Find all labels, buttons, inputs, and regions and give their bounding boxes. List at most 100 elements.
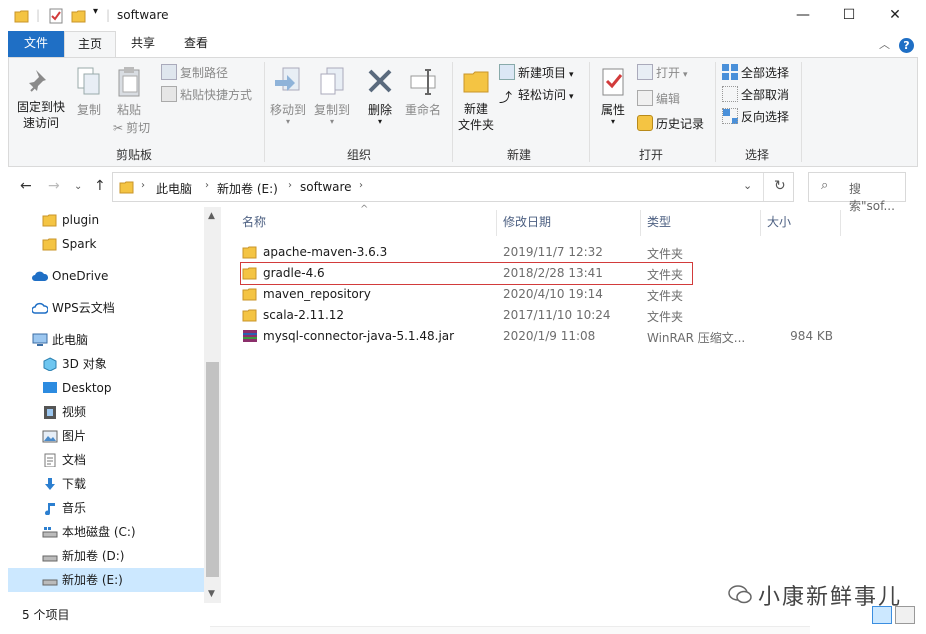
scroll-up-arrow-icon[interactable]: ▲ <box>208 211 215 221</box>
select-all-label: 全部选择 <box>741 66 790 80</box>
folder-icon <box>242 309 257 322</box>
breadcrumb-this-pc[interactable]: 此电脑 <box>156 180 192 197</box>
back-arrow-icon[interactable]: ← <box>20 178 32 194</box>
sort-ascending-icon: ^ <box>360 204 369 215</box>
divider: | <box>106 8 111 22</box>
breadcrumb-chevron-icon[interactable]: › <box>288 180 292 191</box>
open-button[interactable]: 打开 ▾ <box>637 63 688 83</box>
drive-icon <box>42 579 58 586</box>
column-separator[interactable] <box>640 210 641 236</box>
scrollbar-thumb[interactable] <box>206 362 219 577</box>
column-header-name[interactable]: 名称 <box>242 212 266 236</box>
nav-item-downloads[interactable]: 下载 <box>42 472 86 496</box>
invert-selection-button[interactable]: 反向选择 <box>722 107 789 127</box>
paste-shortcut-button[interactable]: 粘贴快捷方式 <box>161 85 252 105</box>
file-type: WinRAR 压缩文... <box>647 331 746 345</box>
nav-item-drive-c[interactable]: 本地磁盘 (C:) <box>42 520 136 544</box>
nav-item-videos[interactable]: 视频 <box>42 400 86 424</box>
cut-label: 剪切 <box>126 121 151 135</box>
nav-item-3d-objects[interactable]: 3D 对象 <box>42 352 107 376</box>
large-icons-view-icon[interactable] <box>895 606 915 624</box>
edit-button[interactable]: 编辑 <box>637 89 680 109</box>
ribbon-tabs: 文件 主页 共享 查看 ︿ <box>0 31 926 58</box>
copy-path-button[interactable]: 复制路径 <box>161 63 228 83</box>
breadcrumb-chevron-icon[interactable]: › <box>359 180 363 191</box>
history-button[interactable]: 历史记录 <box>637 114 704 134</box>
chevron-down-icon[interactable]: ▾ <box>93 6 98 17</box>
properties-button[interactable]: 属性 ▾ <box>593 66 633 126</box>
nav-item-spark[interactable]: Spark <box>42 232 96 256</box>
column-header-type[interactable]: 类型 <box>647 212 671 236</box>
breadcrumb-drive-e[interactable]: 新加卷 (E:) <box>217 180 278 197</box>
column-separator[interactable] <box>840 210 841 236</box>
column-separator[interactable] <box>496 210 497 236</box>
ribbon: 固定到快 速访问 复制 粘贴 复制路径 粘贴快捷方式 ✂ 剪切 剪贴板 移动到 ▾… <box>8 57 918 167</box>
nav-item-drive-d[interactable]: 新加卷 (D:) <box>42 544 124 568</box>
select-all-button[interactable]: 全部选择 <box>722 63 789 83</box>
nav-item-plugin[interactable]: plugin <box>42 208 99 232</box>
pin-quick-access-button[interactable]: 固定到快 速访问 <box>13 66 69 131</box>
column-header-date[interactable]: 修改日期 <box>503 212 551 236</box>
nav-item-wps-cloud[interactable]: WPS云文档 <box>32 296 115 320</box>
breadcrumb-chevron-icon[interactable]: › <box>205 180 209 191</box>
file-row[interactable]: scala-2.11.12 2017/11/10 10:24 文件夹 <box>238 305 838 326</box>
rename-button[interactable]: 重命名 <box>401 66 445 118</box>
nav-item-documents[interactable]: 文档 <box>42 448 86 472</box>
nav-item-onedrive[interactable]: OneDrive <box>32 264 108 288</box>
properties-check-icon[interactable] <box>48 8 64 24</box>
nav-item-drive-e[interactable]: 新加卷 (E:) <box>8 568 204 592</box>
column-separator[interactable] <box>760 210 761 236</box>
delete-label: 删除 <box>367 103 392 117</box>
new-folder-button[interactable]: 新建 文件夹 <box>455 66 497 133</box>
breadcrumb-software[interactable]: software <box>300 180 352 194</box>
wps-cloud-icon <box>32 302 48 314</box>
easy-access-button[interactable]: ⤴ 轻松访问 ▾ <box>499 85 574 106</box>
cut-button[interactable]: ✂ 剪切 <box>113 118 150 138</box>
select-none-button[interactable]: 全部取消 <box>722 85 789 105</box>
address-bar[interactable]: › 此电脑 › 新加卷 (E:) › software › ⌄ ↻ <box>112 172 794 202</box>
tab-view[interactable]: 查看 <box>172 31 220 57</box>
search-placeholder: 搜索"sof... <box>849 182 895 213</box>
move-to-button[interactable]: 移动到 ▾ <box>267 66 309 126</box>
copy-button[interactable]: 复制 <box>71 66 107 118</box>
breadcrumb-chevron-icon[interactable]: › <box>141 180 145 191</box>
nav-item-pictures[interactable]: 图片 <box>42 424 86 448</box>
folder-icon <box>119 181 134 194</box>
scroll-down-arrow-icon[interactable]: ▼ <box>208 589 215 599</box>
paste-button[interactable]: 粘贴 <box>111 66 147 118</box>
tab-home[interactable]: 主页 <box>64 31 116 58</box>
nav-item-desktop[interactable]: Desktop <box>42 376 112 400</box>
navigation-pane: plugin Spark OneDrive WPS云文档 此电脑 3D 对象 D… <box>8 207 204 603</box>
new-item-button[interactable]: 新建项目 ▾ <box>499 63 574 83</box>
nav-scrollbar[interactable]: ▲ ▼ <box>204 207 221 603</box>
group-label-open: 打开 <box>638 148 663 162</box>
file-row[interactable]: apache-maven-3.6.3 2019/11/7 12:32 文件夹 <box>238 242 838 263</box>
nav-item-music[interactable]: 音乐 <box>42 496 86 520</box>
minimize-button[interactable]: — <box>780 0 826 30</box>
nav-item-this-pc[interactable]: 此电脑 <box>32 328 88 352</box>
rename-icon <box>410 69 436 95</box>
up-arrow-icon[interactable]: ↑ <box>94 178 106 194</box>
details-view-icon[interactable] <box>872 606 892 624</box>
refresh-icon[interactable]: ↻ <box>774 178 786 194</box>
close-button[interactable]: ✕ <box>872 0 918 30</box>
tab-share[interactable]: 共享 <box>120 31 166 57</box>
help-icon[interactable]: ? <box>899 38 914 53</box>
address-history-chevron-icon[interactable]: ⌄ <box>743 179 752 192</box>
delete-button[interactable]: 删除 ▾ <box>361 66 399 126</box>
file-row[interactable]: mysql-connector-java-5.1.48.jar 2020/1/9… <box>238 326 838 347</box>
maximize-button[interactable]: ☐ <box>826 0 872 30</box>
nav-item-label: 文档 <box>62 453 87 467</box>
forward-arrow-icon[interactable]: → <box>48 178 60 194</box>
expand-ribbon-icon[interactable]: ︿ <box>879 36 890 52</box>
copy-path-label: 复制路径 <box>180 66 229 80</box>
file-row[interactable]: maven_repository 2020/4/10 19:14 文件夹 <box>238 284 838 305</box>
nav-item-label: 视频 <box>62 405 87 419</box>
copy-to-button[interactable]: 复制到 ▾ <box>311 66 353 126</box>
chevron-down-icon: ▾ <box>329 117 334 126</box>
search-box[interactable]: ⌕ 搜索"sof... <box>808 172 906 213</box>
tab-file[interactable]: 文件 <box>8 31 64 57</box>
recent-locations-icon[interactable]: ⌄ <box>74 181 82 192</box>
column-header-size[interactable]: 大小 <box>767 212 791 236</box>
new-folder-quick-icon[interactable] <box>71 8 87 24</box>
